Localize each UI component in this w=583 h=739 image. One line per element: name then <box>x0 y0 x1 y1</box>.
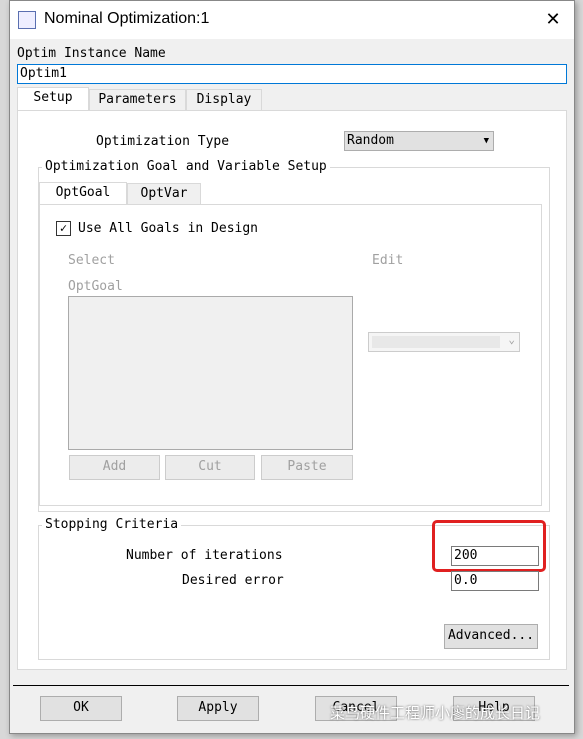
apply-button[interactable]: Apply <box>177 696 259 721</box>
subtab-optvar[interactable]: OptVar <box>127 183 201 205</box>
chevron-down-icon: ▼ <box>483 136 489 146</box>
optimization-type-label: Optimization Type <box>96 134 230 149</box>
title-bar: Nominal Optimization:1 ✕ <box>10 1 574 39</box>
paste-button[interactable]: Paste <box>261 455 353 480</box>
subtab-optgoal[interactable]: OptGoal <box>39 182 127 205</box>
setup-panel: Optimization Type Random ▼ Optimization … <box>17 110 567 670</box>
instance-name-label: Optim Instance Name <box>17 46 166 61</box>
select-label: Select <box>68 253 115 268</box>
edit-select[interactable]: ⌄ <box>368 332 520 352</box>
optgoal-list[interactable] <box>68 296 353 450</box>
optgoal-panel: ✓ Use All Goals in Design Select Edit Op… <box>39 204 542 506</box>
cut-button[interactable]: Cut <box>165 455 255 480</box>
window-title: Nominal Optimization:1 <box>44 10 210 27</box>
use-all-goals-label: Use All Goals in Design <box>78 221 259 236</box>
advanced-button[interactable]: Advanced... <box>444 624 538 649</box>
ok-button[interactable]: OK <box>40 696 122 721</box>
edit-label: Edit <box>372 253 404 268</box>
optgoal-list-label: OptGoal <box>68 279 123 294</box>
instance-name-input[interactable]: Optim1 <box>17 64 567 84</box>
optimization-type-select[interactable]: Random ▼ <box>344 131 494 151</box>
goal-variable-group: Optimization Goal and Variable Setup Opt… <box>38 159 550 512</box>
desired-error-input[interactable]: 0.0 <box>451 571 539 591</box>
tab-parameters[interactable]: Parameters <box>89 89 186 111</box>
use-all-goals-checkbox[interactable]: ✓ <box>56 221 71 236</box>
chevron-down-icon: ⌄ <box>508 333 515 346</box>
dialog: Nominal Optimization:1 ✕ Optim Instance … <box>9 0 575 734</box>
add-button[interactable]: Add <box>69 455 160 480</box>
highlight-box <box>432 520 546 572</box>
edit-select-field <box>372 336 500 348</box>
tab-setup[interactable]: Setup <box>17 87 89 111</box>
optim-icon <box>18 11 36 29</box>
stopping-criteria-group: Stopping Criteria Number of iterations 2… <box>38 517 550 660</box>
divider <box>13 685 569 686</box>
desired-error-label: Desired error <box>182 573 284 588</box>
close-icon[interactable]: ✕ <box>540 7 566 33</box>
goal-group-title: Optimization Goal and Variable Setup <box>42 159 330 174</box>
iterations-label: Number of iterations <box>126 548 283 563</box>
optimization-type-value: Random <box>347 133 394 148</box>
watermark: 菜鸟硬件工程师小廖的成长日记 <box>330 704 541 722</box>
stopping-criteria-title: Stopping Criteria <box>42 517 182 532</box>
tab-display[interactable]: Display <box>186 89 262 111</box>
